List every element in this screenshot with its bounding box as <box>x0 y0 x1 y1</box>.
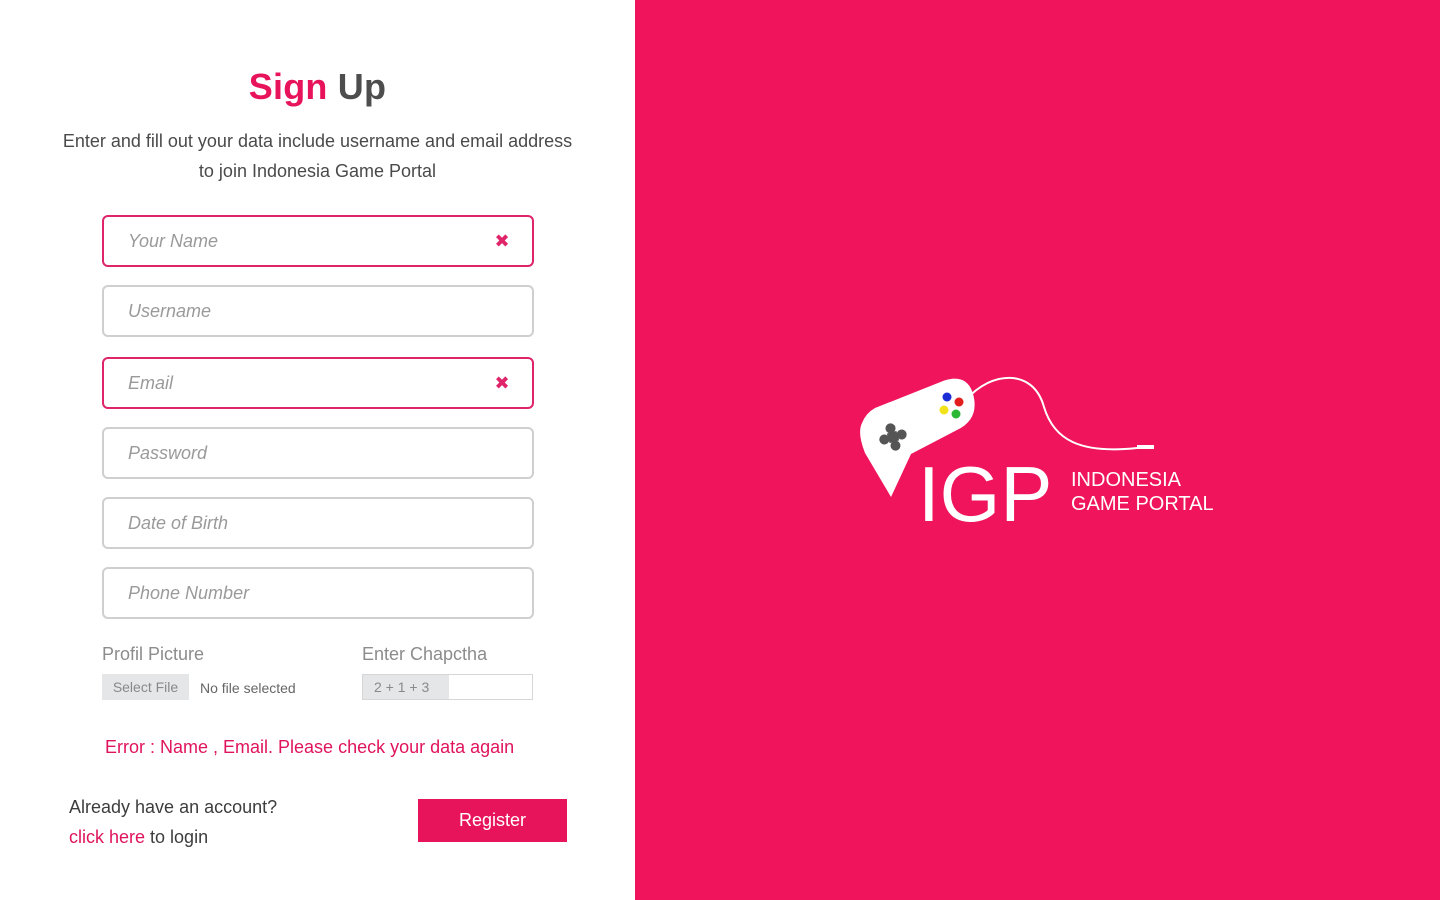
password-input[interactable] <box>104 429 532 477</box>
page-subtitle: Enter and fill out your data include use… <box>40 126 595 186</box>
login-prompt: Already have an account? click here to l… <box>69 792 277 852</box>
file-status: No file selected <box>200 680 296 696</box>
captcha-label: Enter Chapctha <box>362 644 488 664</box>
username-input[interactable] <box>104 287 532 335</box>
email-field: ✖ <box>102 357 534 409</box>
igp-wordmark: IGP <box>918 450 1052 535</box>
login-link[interactable]: click here <box>69 827 145 847</box>
name-input[interactable] <box>104 217 532 265</box>
username-field <box>102 285 534 337</box>
igp-logo: IGP INDONESIA GAME PORTAL <box>860 376 1214 535</box>
subtitle-line-1: Enter and fill out your data include use… <box>62 131 573 151</box>
clear-email-icon[interactable]: ✖ <box>494 374 510 392</box>
password-field <box>102 427 534 479</box>
error-message: Error : Name , Email. Please check your … <box>105 737 515 757</box>
brand-name-line-1: INDONESIA <box>1071 469 1182 491</box>
to-login-text: to login <box>145 827 209 847</box>
have-account-text: Already have an account? <box>69 797 278 817</box>
controller-cable <box>966 376 1138 451</box>
brand-name-line-2: GAME PORTAL <box>1071 493 1214 515</box>
select-file-button[interactable]: Select File <box>102 674 189 700</box>
captcha-box: 2 + 1 + 3 <box>362 674 533 700</box>
title-accent: Sign <box>248 66 328 107</box>
captcha-input[interactable] <box>449 675 532 699</box>
name-field: ✖ <box>102 215 534 267</box>
phone-number-input[interactable] <box>104 569 532 617</box>
date-of-birth-field <box>102 497 534 549</box>
date-of-birth-input[interactable] <box>104 499 532 547</box>
phone-number-field <box>102 567 534 619</box>
subtitle-line-2: to join Indonesia Game Portal <box>198 161 437 181</box>
signup-panel: Sign Up Enter and fill out your data inc… <box>0 0 635 900</box>
title-rest: Up <box>337 66 387 107</box>
clear-name-icon[interactable]: ✖ <box>494 232 510 250</box>
cable-plug <box>1137 445 1154 449</box>
register-button[interactable]: Register <box>418 799 567 842</box>
email-input[interactable] <box>104 359 532 407</box>
page-title: Sign Up <box>0 66 635 108</box>
captcha-question: 2 + 1 + 3 <box>363 675 449 699</box>
profile-picture-label: Profil Picture <box>102 644 205 664</box>
